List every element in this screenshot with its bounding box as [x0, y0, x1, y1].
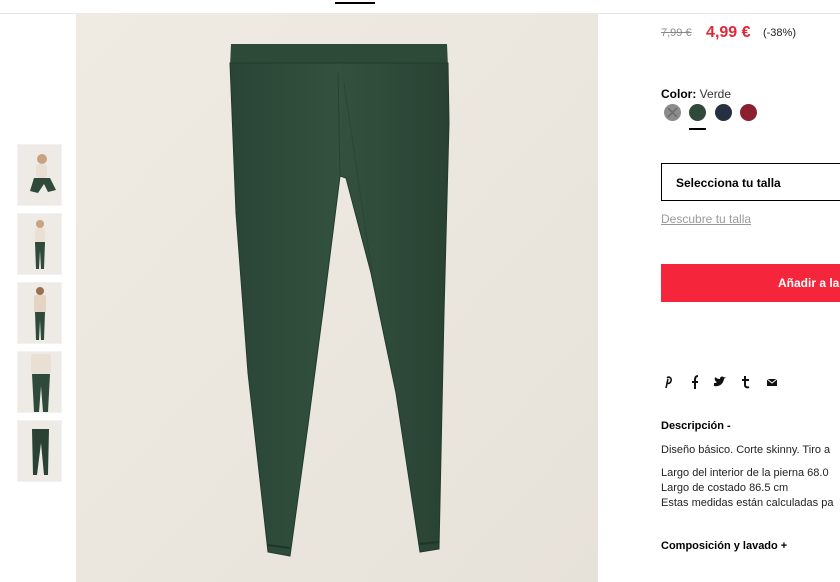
thumbnail-gallery [17, 144, 62, 489]
selected-swatch-indicator [689, 128, 706, 130]
description-line: Diseño básico. Corte skinny. Tiro a [661, 444, 831, 456]
swatch-verde[interactable] [689, 104, 706, 121]
thumbnail-5[interactable] [17, 420, 62, 482]
twitter-icon[interactable] [713, 374, 727, 390]
facebook-icon[interactable] [687, 374, 701, 390]
color-label-title: Color: [661, 87, 697, 101]
active-tab-indicator [335, 2, 375, 4]
description-toggle[interactable]: Descripción - [661, 420, 731, 432]
thumbnail-4[interactable] [17, 351, 62, 413]
selected-color-name: Verde [699, 87, 732, 101]
description-line: Estas medidas están calculadas pa [661, 497, 834, 509]
email-icon[interactable] [765, 374, 779, 390]
tumblr-icon[interactable] [739, 374, 753, 390]
thumbnail-1[interactable] [17, 144, 62, 206]
pinterest-icon[interactable] [661, 374, 675, 390]
composition-toggle[interactable]: Composición y lavado + [661, 540, 787, 552]
original-price: 7,99 € [661, 27, 692, 39]
thumbnail-2[interactable] [17, 213, 62, 275]
description-line: Largo de costado 86.5 cm [661, 482, 789, 494]
description-line: Largo del interior de la pierna 68.0 [661, 467, 829, 479]
size-select[interactable]: Selecciona tu talla [661, 163, 840, 201]
swatch-gris[interactable] [664, 104, 681, 121]
swatch-azul-marino[interactable] [715, 104, 732, 121]
product-main-image[interactable] [76, 13, 598, 582]
add-to-cart-button[interactable]: Añadir a la [661, 264, 840, 302]
color-label: Color: Verde [661, 87, 731, 101]
sale-price: 4,99 € [706, 24, 751, 41]
size-guide-link[interactable]: Descubre tu talla [661, 212, 751, 226]
price-row: 7,99 € 4,99 € (-38%) [661, 24, 796, 44]
thumbnail-3[interactable] [17, 282, 62, 344]
swatch-granate[interactable] [740, 104, 757, 121]
discount-badge: (-38%) [762, 27, 796, 39]
